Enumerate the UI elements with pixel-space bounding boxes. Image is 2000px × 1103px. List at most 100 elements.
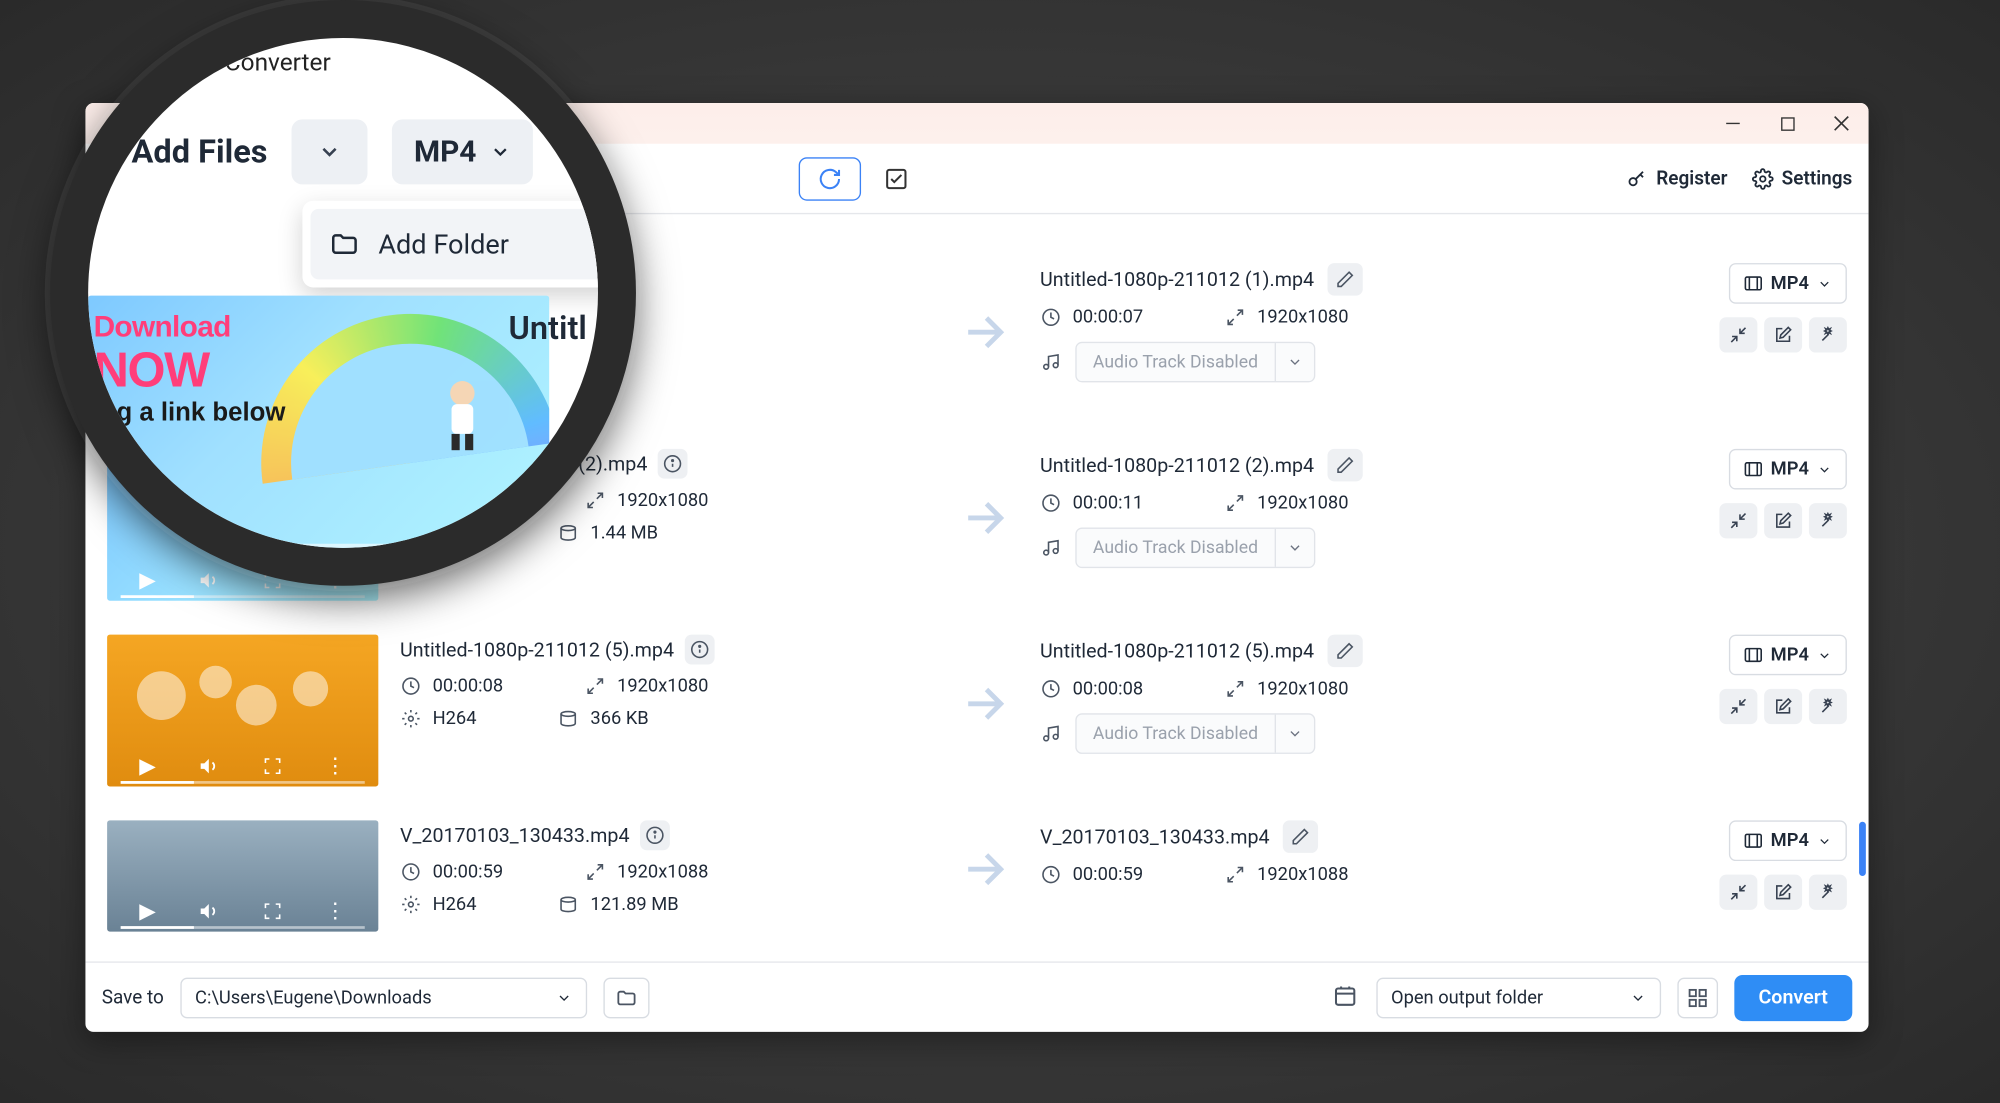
play-icon[interactable]: ▶ (139, 567, 156, 593)
enhance-button[interactable] (1809, 689, 1847, 724)
output-filename: Untitled-1080p-211012 (5).mp4 (1040, 639, 1314, 662)
queue-icon[interactable] (1333, 984, 1360, 1011)
clock-icon (1040, 678, 1062, 700)
output-resolution: 1920x1080 (1257, 306, 1348, 328)
expand-icon (585, 861, 607, 883)
add-file-icon (88, 137, 118, 167)
progress-bar[interactable] (121, 595, 365, 598)
refresh-button[interactable] (799, 157, 861, 200)
music-icon (1040, 537, 1062, 559)
edit-name-button[interactable] (1328, 635, 1363, 668)
play-icon[interactable]: ▶ (99, 515, 114, 537)
arrow-icon (951, 494, 1019, 543)
disk-icon (558, 894, 580, 916)
more-icon[interactable]: ⋮ (514, 511, 538, 539)
output-filename: V_20170103_130433.mp4 (1040, 825, 1270, 848)
gear-icon (400, 708, 422, 730)
thumbnail[interactable]: ▶⋮ (107, 635, 378, 787)
list-item: ▶⋮ Untitled-1080p-211012 (5).mp4 00:00:0… (96, 618, 1857, 804)
browse-folder-button[interactable] (603, 977, 649, 1018)
clock-icon (1040, 306, 1062, 328)
chevron-down-icon (1276, 540, 1314, 556)
checklist-button[interactable] (878, 159, 916, 197)
source-codec: H264 (433, 708, 477, 730)
play-icon[interactable]: ▶ (139, 753, 156, 779)
list-item: ▶⋮ V_20170103_130433.mp4 00:00:59 1920x1… (96, 804, 1857, 949)
scrollbar-thumb[interactable] (1859, 822, 1866, 876)
play-icon[interactable]: ▶ (139, 898, 156, 924)
volume-icon[interactable] (199, 755, 221, 777)
audio-track-select[interactable]: Audio Track Disabled (1075, 342, 1315, 383)
edit-name-button[interactable] (1328, 449, 1363, 482)
arrow-icon (951, 308, 1019, 357)
app-title: orbits Video Converter (88, 49, 331, 77)
arrow-icon (951, 679, 1019, 728)
output-format-button[interactable]: MP4 (1729, 449, 1847, 490)
clock-icon (1040, 864, 1062, 886)
clock-icon (1040, 492, 1062, 514)
enhance-button[interactable] (1809, 875, 1847, 910)
save-to-label: Save to (102, 986, 164, 1008)
settings-link[interactable]: Settings (1752, 167, 1852, 189)
compress-button[interactable] (1719, 503, 1757, 538)
thumbnail[interactable]: ▶⋮ (107, 820, 378, 931)
edit-button[interactable] (1764, 689, 1802, 724)
edit-button[interactable] (1764, 503, 1802, 538)
info-icon[interactable] (685, 635, 715, 665)
output-format-button[interactable]: MP4 (1729, 635, 1847, 676)
source-resolution: 1920x1080 (617, 675, 708, 697)
output-format-button[interactable]: MP4 (1729, 820, 1847, 861)
output-resolution: 1920x1088 (1257, 864, 1348, 886)
video-icon (1744, 831, 1763, 850)
output-filename: Untitled-1080p-211012 (2).mp4 (1040, 454, 1314, 477)
expand-icon (1225, 492, 1247, 514)
merge-button[interactable] (1677, 977, 1718, 1018)
edit-button[interactable] (1764, 317, 1802, 352)
output-duration: 00:00:11 (1073, 492, 1144, 514)
music-icon (1040, 351, 1062, 373)
add-folder-menu-item[interactable]: Add Folder (311, 209, 620, 280)
video-icon (1744, 645, 1763, 664)
magnifier-overlay: orbits Video Converter Add Files MP4 Add… (50, 0, 636, 586)
edit-button[interactable] (1764, 875, 1802, 910)
output-duration: 00:00:59 (1073, 864, 1144, 886)
audio-track-select[interactable]: Audio Track Disabled (1075, 713, 1315, 754)
source-size: 121.89 MB (590, 894, 678, 916)
format-selector[interactable]: MP4 (392, 119, 533, 184)
more-icon[interactable]: ⋮ (324, 753, 346, 779)
convert-button[interactable]: Convert (1734, 974, 1852, 1020)
progress-bar[interactable] (121, 926, 365, 929)
compress-button[interactable] (1719, 317, 1757, 352)
more-icon[interactable]: ⋮ (324, 898, 346, 924)
bottom-bar: Save to C:\Users\Eugene\Downloads Open o… (85, 961, 1868, 1032)
enhance-button[interactable] (1809, 317, 1847, 352)
progress-bar[interactable] (121, 781, 365, 784)
edit-name-button[interactable] (1283, 820, 1318, 853)
audio-track-select[interactable]: Audio Track Disabled (1075, 527, 1315, 568)
video-icon (1744, 274, 1763, 293)
edit-name-button[interactable] (1328, 263, 1363, 296)
compress-button[interactable] (1719, 689, 1757, 724)
volume-icon[interactable] (199, 900, 221, 922)
source-resolution: 1920x1080 (617, 490, 708, 512)
compress-button[interactable] (1719, 875, 1757, 910)
source-size: 1.44 MB (590, 522, 658, 544)
chevron-down-icon (556, 989, 572, 1005)
minimize-button[interactable] (1719, 110, 1746, 137)
add-files-button[interactable]: Add Files (88, 133, 267, 171)
save-path-select[interactable]: C:\Users\Eugene\Downloads (180, 977, 587, 1018)
open-output-select[interactable]: Open output folder (1376, 977, 1661, 1018)
source-duration: 00:00:59 (433, 861, 504, 883)
volume-icon[interactable] (199, 569, 221, 591)
output-resolution: 1920x1080 (1257, 678, 1348, 700)
register-link[interactable]: Register (1626, 167, 1727, 189)
output-format-button[interactable]: MP4 (1729, 263, 1847, 304)
add-files-dropdown[interactable] (292, 119, 368, 184)
maximize-button[interactable] (1774, 110, 1801, 137)
info-icon[interactable] (658, 449, 688, 479)
fullscreen-icon[interactable] (263, 901, 282, 920)
enhance-button[interactable] (1809, 503, 1847, 538)
info-icon[interactable] (640, 820, 670, 850)
close-button[interactable] (1828, 110, 1855, 137)
fullscreen-icon[interactable] (263, 756, 282, 775)
